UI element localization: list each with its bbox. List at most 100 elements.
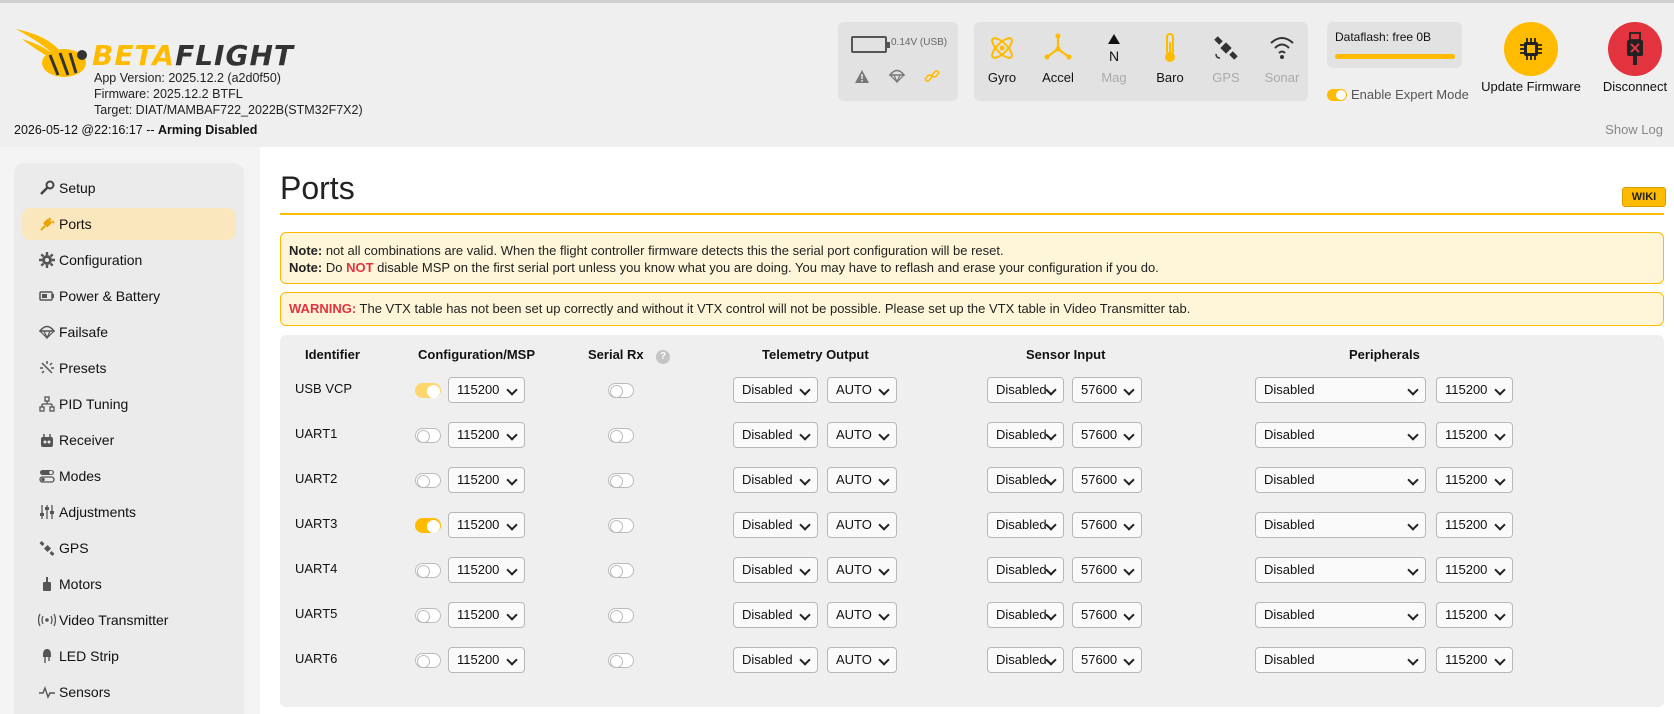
sidebar-item-presets[interactable]: Presets [22, 352, 236, 384]
peripheral-baud-select[interactable]: 115200 [1436, 467, 1513, 493]
sidebar-item-power-battery[interactable]: Power & Battery [22, 280, 236, 312]
telemetry-select[interactable]: Disabled [733, 422, 818, 448]
sidebar-item-label: Receiver [59, 432, 115, 448]
port-identifier: UART2 [295, 471, 338, 486]
msp-toggle[interactable] [415, 473, 441, 488]
msp-baud-select[interactable]: 115200 [448, 467, 525, 493]
msp-baud-select[interactable]: 115200 [448, 377, 525, 403]
msp-baud-select[interactable]: 115200 [448, 422, 525, 448]
msp-baud-select[interactable]: 115200 [448, 602, 525, 628]
sidebar-item-sensors[interactable]: Sensors [22, 676, 236, 708]
sidebar-item-adjustments[interactable]: Adjustments [22, 496, 236, 528]
peripheral-baud-select[interactable]: 115200 [1436, 422, 1513, 448]
update-firmware-button[interactable]: Update Firmware [1476, 22, 1586, 94]
msp-toggle[interactable] [415, 653, 441, 668]
sensor-baud-select[interactable]: 57600 [1072, 647, 1142, 673]
sidebar-item-led-strip[interactable]: LED Strip [22, 640, 236, 672]
sidebar-item-motors[interactable]: Motors [22, 568, 236, 600]
telemetry-select[interactable]: Disabled [733, 377, 818, 403]
sensor-accel: Accel [1030, 28, 1086, 85]
serial-rx-help-icon[interactable]: ? [656, 348, 670, 364]
sidebar-item-ports[interactable]: Ports [22, 208, 236, 240]
serial-rx-toggle[interactable] [608, 473, 634, 488]
peripheral-select[interactable]: Disabled [1255, 422, 1426, 448]
telemetry-select[interactable]: Disabled [733, 602, 818, 628]
sensor-select[interactable]: Disabled [987, 557, 1064, 583]
peripheral-baud-select[interactable]: 115200 [1436, 647, 1513, 673]
sidebar-item-gps[interactable]: GPS [22, 532, 236, 564]
serial-rx-toggle[interactable] [608, 383, 634, 398]
msp-baud-select[interactable]: 115200 [448, 557, 525, 583]
serial-rx-toggle[interactable] [608, 653, 634, 668]
telemetry-baud-select[interactable]: AUTO [827, 557, 897, 583]
telemetry-baud-select[interactable]: AUTO [827, 467, 897, 493]
sensor-select[interactable]: Disabled [987, 377, 1064, 403]
sidebar-item-failsafe[interactable]: Failsafe [22, 316, 236, 348]
sensor-gyro: Gyro [974, 28, 1030, 85]
sonar-icon [1254, 28, 1310, 68]
sensor-baud-select[interactable]: 57600 [1072, 377, 1142, 403]
sensor-baud-select[interactable]: 57600 [1072, 512, 1142, 538]
sidebar-item-pid-tuning[interactable]: PID Tuning [22, 388, 236, 420]
sidebar-item-configuration[interactable]: Configuration [22, 244, 236, 276]
telemetry-baud-select[interactable]: AUTO [827, 377, 897, 403]
sensor-baud-select[interactable]: 57600 [1072, 422, 1142, 448]
telemetry-select[interactable]: Disabled [733, 647, 818, 673]
sensor-select[interactable]: Disabled [987, 467, 1064, 493]
telemetry-baud-select[interactable]: AUTO [827, 647, 897, 673]
peripheral-select[interactable]: Disabled [1255, 602, 1426, 628]
sensor-select[interactable]: Disabled [987, 422, 1064, 448]
serial-rx-toggle[interactable] [608, 563, 634, 578]
sidebar-item-modes[interactable]: Modes [22, 460, 236, 492]
telemetry-select[interactable]: Disabled [733, 557, 818, 583]
peripheral-baud-select[interactable]: 115200 [1436, 557, 1513, 583]
expert-mode-label: Enable Expert Mode [1351, 87, 1469, 102]
telemetry-select[interactable]: Disabled [733, 512, 818, 538]
disconnect-button[interactable]: Disconnect [1600, 22, 1670, 94]
sensor-baud-select[interactable]: 57600 [1072, 557, 1142, 583]
link-icon [924, 68, 940, 84]
peripheral-select[interactable]: Disabled [1255, 512, 1426, 538]
port-identifier: UART3 [295, 516, 338, 531]
firmware-version: Firmware: 2025.12.2 BTFL [94, 87, 243, 101]
dataflash-free: Dataflash: free 0B [1335, 30, 1432, 44]
wiki-button[interactable]: WIKI [1622, 187, 1666, 207]
sensor-select[interactable]: Disabled [987, 512, 1064, 538]
dataflash-panel: Dataflash: free 0B [1327, 22, 1462, 68]
msp-baud-select[interactable]: 115200 [448, 647, 525, 673]
sensor-baud-select[interactable]: 57600 [1072, 602, 1142, 628]
expert-mode-switch[interactable] [1327, 88, 1347, 101]
telemetry-baud-select[interactable]: AUTO [827, 512, 897, 538]
msp-baud-select[interactable]: 115200 [448, 512, 525, 538]
msp-toggle[interactable] [415, 428, 441, 443]
show-log-link[interactable]: Show Log [1605, 122, 1663, 137]
sidebar-item-receiver[interactable]: Receiver [22, 424, 236, 456]
peripheral-select[interactable]: Disabled [1255, 647, 1426, 673]
telemetry-select[interactable]: Disabled [733, 467, 818, 493]
peripheral-select[interactable]: Disabled [1255, 467, 1426, 493]
sensor-select[interactable]: Disabled [987, 647, 1064, 673]
serial-rx-toggle[interactable] [608, 608, 634, 623]
expert-mode-toggle[interactable]: Enable Expert Mode [1327, 87, 1469, 102]
peripheral-select[interactable]: Disabled [1255, 557, 1426, 583]
sidebar-item-video-transmitter[interactable]: Video Transmitter [22, 604, 236, 636]
msp-toggle[interactable] [415, 608, 441, 623]
led-icon [38, 647, 56, 665]
msp-toggle[interactable] [415, 383, 441, 398]
table-row: UART6 115200 Disabled AUTO Disabled 57600 Disa… [280, 643, 1664, 688]
telemetry-baud-select[interactable]: AUTO [827, 422, 897, 448]
peripheral-select[interactable]: Disabled [1255, 377, 1426, 403]
serial-rx-toggle[interactable] [608, 428, 634, 443]
peripheral-baud-select[interactable]: 115200 [1436, 602, 1513, 628]
peripheral-baud-select[interactable]: 115200 [1436, 512, 1513, 538]
sensor-select[interactable]: Disabled [987, 602, 1064, 628]
sensor-gps: GPS [1198, 28, 1254, 85]
msp-toggle[interactable] [415, 518, 441, 533]
sidebar-item-setup[interactable]: Setup [22, 172, 236, 204]
sensor-baud-select[interactable]: 57600 [1072, 467, 1142, 493]
serial-rx-toggle[interactable] [608, 518, 634, 533]
sidebar-item-label: Setup [59, 180, 96, 196]
telemetry-baud-select[interactable]: AUTO [827, 602, 897, 628]
peripheral-baud-select[interactable]: 115200 [1436, 377, 1513, 403]
msp-toggle[interactable] [415, 563, 441, 578]
